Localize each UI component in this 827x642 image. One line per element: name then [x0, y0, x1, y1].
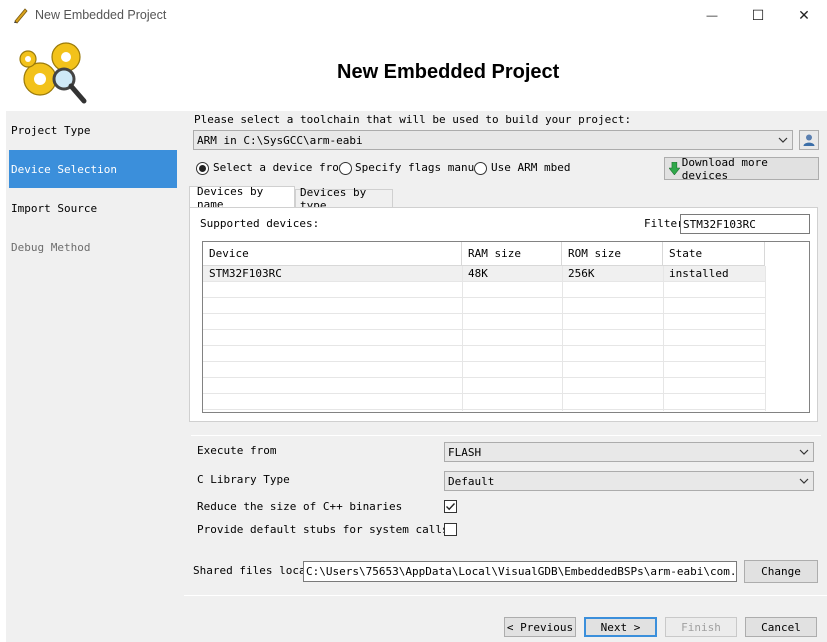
execute-from-value: FLASH	[448, 445, 482, 459]
column-header-ram[interactable]: RAM size	[462, 242, 562, 266]
title-bar: New Embedded Project — ☐ ✕	[0, 0, 827, 31]
next-button[interactable]: Next >	[584, 617, 657, 637]
column-header-device[interactable]: Device	[203, 242, 462, 266]
empty-row	[203, 314, 765, 330]
sidebar-item-label: Project Type	[11, 123, 91, 137]
reduce-binaries-checkbox[interactable]	[444, 500, 457, 513]
radio-specify-flags-label[interactable]: Specify flags manual	[355, 161, 487, 174]
sidebar-item-debug-method[interactable]: Debug Method	[9, 228, 177, 266]
devices-table: Device RAM size ROM size State STM32F103…	[202, 241, 810, 413]
empty-row	[203, 298, 765, 314]
tab-devices-by-name[interactable]: Devices by name	[189, 185, 295, 211]
c-library-value: Default	[448, 474, 495, 488]
chevron-down-icon	[799, 449, 809, 455]
sidebar-item-label: Device Selection	[11, 162, 117, 176]
previous-button[interactable]: < Previous	[504, 617, 576, 637]
previous-button-label: < Previous	[506, 620, 574, 634]
column-divider	[765, 266, 766, 411]
radio-select-device-label[interactable]: Select a device from	[213, 161, 345, 174]
chevron-down-icon	[778, 137, 788, 143]
cancel-button-label: Cancel	[761, 620, 801, 634]
checkmark-icon	[446, 503, 456, 511]
cancel-button[interactable]: Cancel	[745, 617, 817, 637]
next-button-label: Next >	[600, 620, 641, 634]
toolchain-select[interactable]: ARM in C:\SysGCC\arm-eabi	[193, 130, 793, 150]
download-more-devices-button[interactable]: Download more devices	[664, 155, 819, 182]
shared-files-label: Shared files locat	[193, 564, 313, 577]
change-button[interactable]: Change	[744, 560, 818, 583]
close-button[interactable]: ✕	[781, 0, 827, 31]
reduce-binaries-label: Reduce the size of C++ binaries	[197, 500, 403, 513]
maximize-button[interactable]: ☐	[735, 0, 781, 31]
radio-arm-mbed[interactable]	[474, 162, 487, 175]
empty-row	[203, 282, 765, 298]
toolchain-prompt: Please select a toolchain that will be u…	[194, 113, 632, 126]
finish-button-label: Finish	[681, 620, 721, 634]
radio-arm-mbed-label[interactable]: Use ARM mbed	[491, 161, 570, 174]
filter-label: Filter	[644, 217, 684, 230]
column-header-rom[interactable]: ROM size	[562, 242, 663, 266]
table-row[interactable]: STM32F103RC 48K 256K installed	[203, 266, 765, 282]
c-library-select[interactable]: Default	[444, 471, 814, 491]
sidebar-item-import-source[interactable]: Import Source	[9, 189, 177, 227]
tab-devices-by-type[interactable]: Devices by type	[295, 186, 393, 212]
download-more-devices-label: Download more devices	[681, 155, 768, 182]
radio-select-device[interactable]	[196, 162, 209, 175]
gears-magnifier-icon	[19, 42, 87, 104]
empty-row	[203, 346, 765, 362]
window-title: New Embedded Project	[35, 8, 167, 22]
execute-from-label: Execute from	[197, 444, 277, 457]
minimize-button[interactable]: —	[689, 0, 735, 31]
toolchain-settings-button[interactable]	[799, 130, 819, 150]
empty-row	[203, 362, 765, 378]
filter-input[interactable]	[680, 214, 810, 234]
toolchain-select-value: ARM in C:\SysGCC\arm-eabi	[197, 133, 363, 147]
wizard-header: New Embedded Project	[0, 31, 827, 111]
default-stubs-label: Provide default stubs for system calls	[197, 523, 449, 536]
page-title: New Embedded Project	[337, 61, 560, 83]
execute-from-select[interactable]: FLASH	[444, 442, 814, 462]
supported-devices-label: Supported devices:	[200, 217, 320, 230]
green-down-arrow-icon	[669, 162, 680, 175]
change-button-label: Change	[761, 565, 801, 578]
shared-files-path-value: C:\Users\75653\AppData\Local\VisualGDB\E…	[306, 565, 737, 578]
finish-button[interactable]: Finish	[665, 617, 737, 637]
sidebar-item-label: Import Source	[11, 201, 98, 215]
c-library-label: C Library Type	[197, 473, 290, 486]
sidebar-item-label: Debug Method	[11, 240, 91, 254]
cell-state: installed	[669, 267, 729, 280]
shared-files-path-input[interactable]: C:\Users\75653\AppData\Local\VisualGDB\E…	[303, 561, 737, 582]
column-divider	[562, 266, 563, 411]
cell-ram: 48K	[468, 267, 488, 280]
empty-row	[203, 378, 765, 394]
empty-row	[203, 330, 765, 346]
sidebar-item-device-selection[interactable]: Device Selection	[9, 150, 177, 188]
default-stubs-checkbox[interactable]	[444, 523, 457, 536]
app-pencil-icon	[14, 8, 28, 24]
cell-device: STM32F103RC	[209, 267, 282, 280]
column-header-state[interactable]: State	[663, 242, 765, 266]
empty-row	[203, 394, 765, 410]
chevron-down-icon	[799, 478, 809, 484]
user-settings-icon	[803, 134, 815, 146]
cell-rom: 256K	[568, 267, 595, 280]
sidebar-item-project-type[interactable]: Project Type	[9, 111, 177, 149]
column-divider	[663, 266, 664, 411]
column-divider	[462, 266, 463, 411]
radio-specify-flags[interactable]	[339, 162, 352, 175]
footer-divider	[184, 595, 827, 596]
